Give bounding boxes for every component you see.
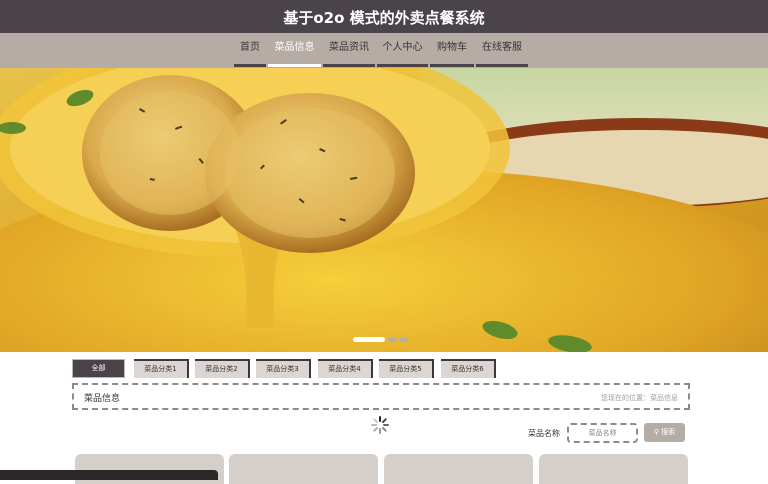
nav-item-label: 个人中心 (382, 42, 423, 53)
search-label: 菜品名称 (528, 429, 560, 438)
category-4[interactable]: 菜品分类4 (318, 359, 373, 378)
carousel-dot-2[interactable] (388, 337, 397, 342)
site-header: 基于o2o 模式的外卖点餐系统 (0, 0, 768, 33)
section-title: 菜品信息 (84, 394, 121, 404)
category-5[interactable]: 菜品分类5 (379, 359, 434, 378)
loading-spinner-icon (371, 416, 389, 434)
nav-item-profile[interactable]: 个人中心 (377, 33, 428, 68)
carousel-dot-3[interactable] (399, 337, 408, 342)
search-input[interactable] (567, 423, 638, 443)
breadcrumb: 您现在的位置：菜品信息 (601, 394, 678, 402)
carousel-dot-1[interactable] (353, 337, 385, 342)
category-2[interactable]: 菜品分类2 (195, 359, 250, 378)
nav-underline (234, 64, 266, 67)
nav-item-news[interactable]: 菜品资讯 (323, 33, 375, 68)
nav-underline (430, 64, 474, 67)
nav-underline (268, 64, 321, 67)
nav-item-label: 菜品信息 (274, 42, 315, 53)
nav-underline (323, 64, 375, 67)
carousel-slide-image (0, 68, 768, 352)
search-icon: ⚲ (653, 428, 659, 436)
category-all[interactable]: 全部 (72, 359, 125, 378)
search-button[interactable]: ⚲ 搜索 (644, 423, 685, 442)
category-3[interactable]: 菜品分类3 (256, 359, 311, 378)
hero-carousel[interactable] (0, 68, 768, 352)
main-nav: 首页 菜品信息 菜品资讯 个人中心 购物车 在线客服 (0, 33, 768, 68)
nav-item-home[interactable]: 首页 (234, 33, 266, 68)
nav-item-cart[interactable]: 购物车 (430, 33, 474, 68)
nav-item-label: 在线客服 (482, 42, 522, 53)
nav-item-label: 购物车 (437, 42, 467, 53)
nav-item-dishes[interactable]: 菜品信息 (268, 33, 321, 68)
section-header: 菜品信息 您现在的位置：菜品信息 (72, 383, 690, 410)
search-button-label: 搜索 (661, 428, 676, 436)
nav-item-label: 菜品资讯 (329, 42, 369, 53)
nav-item-support[interactable]: 在线客服 (476, 33, 528, 68)
site-title: 基于o2o 模式的外卖点餐系统 (283, 9, 485, 27)
category-6[interactable]: 菜品分类6 (441, 359, 496, 378)
nav-underline (476, 64, 528, 67)
bottom-overlay-bar (0, 470, 218, 480)
category-1[interactable]: 菜品分类1 (134, 359, 189, 378)
category-filter: 全部 菜品分类1 菜品分类2 菜品分类3 菜品分类4 菜品分类5 菜品分类6 (0, 359, 768, 379)
nav-underline (377, 64, 428, 67)
nav-item-label: 首页 (240, 42, 260, 53)
